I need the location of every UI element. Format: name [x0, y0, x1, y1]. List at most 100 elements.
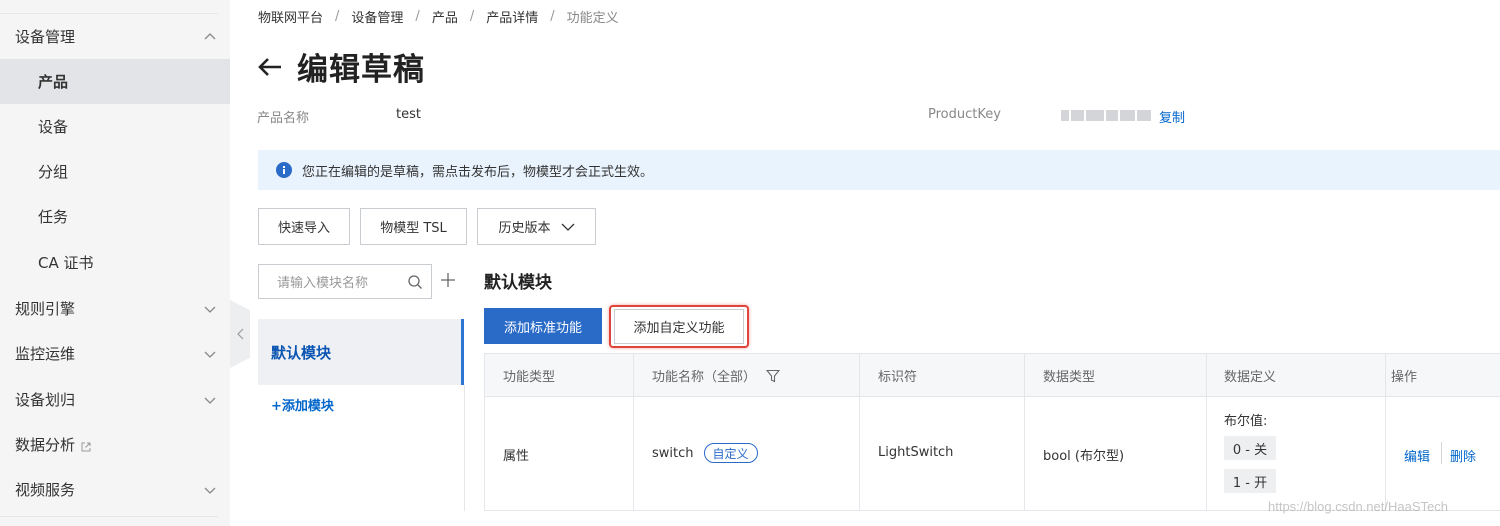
sidebar-item-ca-cert[interactable]: CA 证书 — [0, 240, 230, 285]
breadcrumb-separator: / — [415, 9, 420, 24]
history-version-label: 历史版本 — [498, 221, 551, 236]
sidebar-group-label: 视频服务 — [15, 481, 76, 499]
enum-value-chip: 1 - 开 — [1224, 469, 1276, 493]
chevron-down-icon — [561, 223, 574, 231]
product-key-masked — [1061, 110, 1151, 121]
sidebar-item-label: 产品 — [38, 73, 69, 91]
header-actions: 操作 — [1391, 370, 1418, 385]
sidebar: 设备管理 产品 设备 分组 任务 CA 证书 规则引擎 监控运维 设备划归 数据 — [0, 0, 230, 526]
custom-tag-badge: 自定义 — [703, 443, 758, 463]
sidebar-item-label: 设备 — [38, 118, 69, 136]
sidebar-group-device-assign[interactable]: 设备划归 — [0, 377, 230, 422]
tsl-label: 物模型 TSL — [380, 221, 447, 236]
add-custom-function-button[interactable]: 添加自定义功能 — [614, 309, 744, 344]
cell-function-type: 属性 — [503, 449, 530, 464]
module-search-placeholder: 请输入模块名称 — [277, 276, 369, 291]
sidebar-item-group[interactable]: 分组 — [0, 149, 230, 194]
module-divider — [464, 385, 465, 511]
copy-key-link[interactable]: 复制 — [1159, 107, 1185, 126]
page-title: 编辑草稿 — [297, 52, 425, 88]
sidebar-item-label: CA 证书 — [38, 254, 94, 272]
breadcrumb-item-product[interactable]: 产品 — [432, 7, 458, 26]
column-divider — [1385, 354, 1386, 510]
product-name-label: 产品名称 — [257, 111, 310, 126]
sidebar-item-task[interactable]: 任务 — [0, 194, 230, 239]
module-item-label: 默认模块 — [271, 343, 332, 362]
column-divider — [633, 354, 634, 510]
history-version-dropdown[interactable]: 历史版本 — [477, 208, 596, 245]
breadcrumb-item-iot-platform[interactable]: 物联网平台 — [258, 7, 323, 26]
notice-text: 您正在编辑的是草稿，需点击发布后，物模型才会正式生效。 — [302, 164, 654, 180]
sidebar-group-label: 监控运维 — [15, 345, 76, 363]
search-icon[interactable] — [407, 274, 423, 290]
breadcrumb: 物联网平台 / 设备管理 / 产品 / 产品详情 / 功能定义 — [258, 7, 619, 26]
header-function-name[interactable]: 功能名称（全部） — [652, 354, 781, 397]
page-header: 编辑草稿 — [257, 44, 425, 89]
table-header: 功能类型 功能名称（全部） 标识符 数据类型 数据定义 操作 — [485, 354, 1500, 397]
sidebar-group-device-mgmt[interactable]: 设备管理 — [0, 14, 230, 59]
add-custom-function-label: 添加自定义功能 — [633, 321, 725, 336]
function-table: 功能类型 功能名称（全部） 标识符 数据类型 数据定义 操作 属性 switch… — [484, 353, 1500, 511]
sidebar-group-monitoring[interactable]: 监控运维 — [0, 331, 230, 376]
header-data-type: 数据类型 — [1043, 370, 1096, 385]
action-separator — [1441, 442, 1442, 464]
column-divider — [1206, 354, 1207, 510]
add-standard-function-label: 添加标准功能 — [503, 320, 582, 336]
cell-data-type: bool (布尔型) — [1043, 449, 1125, 464]
info-icon — [276, 162, 292, 178]
data-definition-title: 布尔值: — [1224, 414, 1268, 429]
delete-link[interactable]: 删除 — [1450, 446, 1476, 465]
breadcrumb-separator: / — [550, 9, 555, 24]
sidebar-bottom-divider — [0, 516, 218, 517]
chevron-up-icon — [203, 30, 217, 44]
cell-identifier: LightSwitch — [878, 445, 954, 460]
sidebar-group-label: 设备划归 — [15, 391, 76, 409]
enum-value-chip: 0 - 关 — [1224, 436, 1276, 460]
watermark: https://blog.csdn.net/HaaSTech — [1268, 499, 1448, 514]
product-name-value: test — [396, 107, 421, 122]
breadcrumb-item-device-mgmt[interactable]: 设备管理 — [351, 7, 403, 26]
chevron-down-icon — [203, 302, 217, 316]
module-search-input[interactable]: 请输入模块名称 — [258, 264, 432, 299]
filter-icon[interactable] — [766, 369, 781, 383]
back-arrow-icon[interactable] — [257, 56, 283, 78]
chevron-left-icon — [236, 328, 243, 340]
module-item-default[interactable]: 默认模块 — [258, 319, 464, 385]
header-identifier: 标识符 — [878, 370, 918, 385]
column-divider — [1024, 354, 1025, 510]
chevron-down-icon — [203, 393, 217, 407]
section-title: 默认模块 — [484, 273, 552, 293]
breadcrumb-item-product-detail[interactable]: 产品详情 — [486, 7, 538, 26]
plus-icon[interactable] — [440, 272, 456, 288]
chevron-down-icon — [203, 483, 217, 497]
external-link-icon — [80, 439, 92, 451]
header-function-type: 功能类型 — [503, 370, 556, 385]
header-function-name-label: 功能名称（全部） — [652, 370, 757, 385]
header-data-definition: 数据定义 — [1224, 370, 1277, 385]
sidebar-item-label: 任务 — [38, 208, 69, 226]
product-key-label: ProductKey — [928, 107, 1001, 122]
sidebar-item-product[interactable]: 产品 — [0, 59, 230, 104]
sidebar-group-label: 规则引擎 — [15, 300, 76, 318]
sidebar-group-label: 数据分析 — [15, 436, 76, 454]
column-divider — [859, 354, 860, 510]
cell-function-name: switch 自定义 — [652, 443, 758, 463]
sidebar-group-label: 设备管理 — [15, 28, 76, 46]
sidebar-group-rules-engine[interactable]: 规则引擎 — [0, 286, 230, 331]
breadcrumb-separator: / — [335, 9, 340, 24]
sidebar-item-device[interactable]: 设备 — [0, 104, 230, 149]
breadcrumb-separator: / — [469, 9, 475, 24]
active-indicator — [461, 319, 464, 385]
breadcrumb-item-current: 功能定义 — [566, 11, 619, 26]
sidebar-group-video[interactable]: 视频服务 — [0, 467, 230, 512]
sidebar-collapse-handle[interactable] — [230, 300, 250, 368]
sidebar-group-data-analysis[interactable]: 数据分析 — [0, 422, 230, 467]
edit-link[interactable]: 编辑 — [1404, 446, 1430, 465]
tsl-button[interactable]: 物模型 TSL — [360, 208, 467, 245]
add-standard-function-button[interactable]: 添加标准功能 — [484, 308, 602, 344]
add-module-link[interactable]: +添加模块 — [271, 395, 334, 414]
draft-notice-banner: 您正在编辑的是草稿，需点击发布后，物模型才会正式生效。 — [258, 150, 1500, 190]
quick-import-button[interactable]: 快速导入 — [258, 208, 350, 245]
quick-import-label: 快速导入 — [277, 221, 330, 236]
chevron-down-icon — [203, 347, 217, 361]
